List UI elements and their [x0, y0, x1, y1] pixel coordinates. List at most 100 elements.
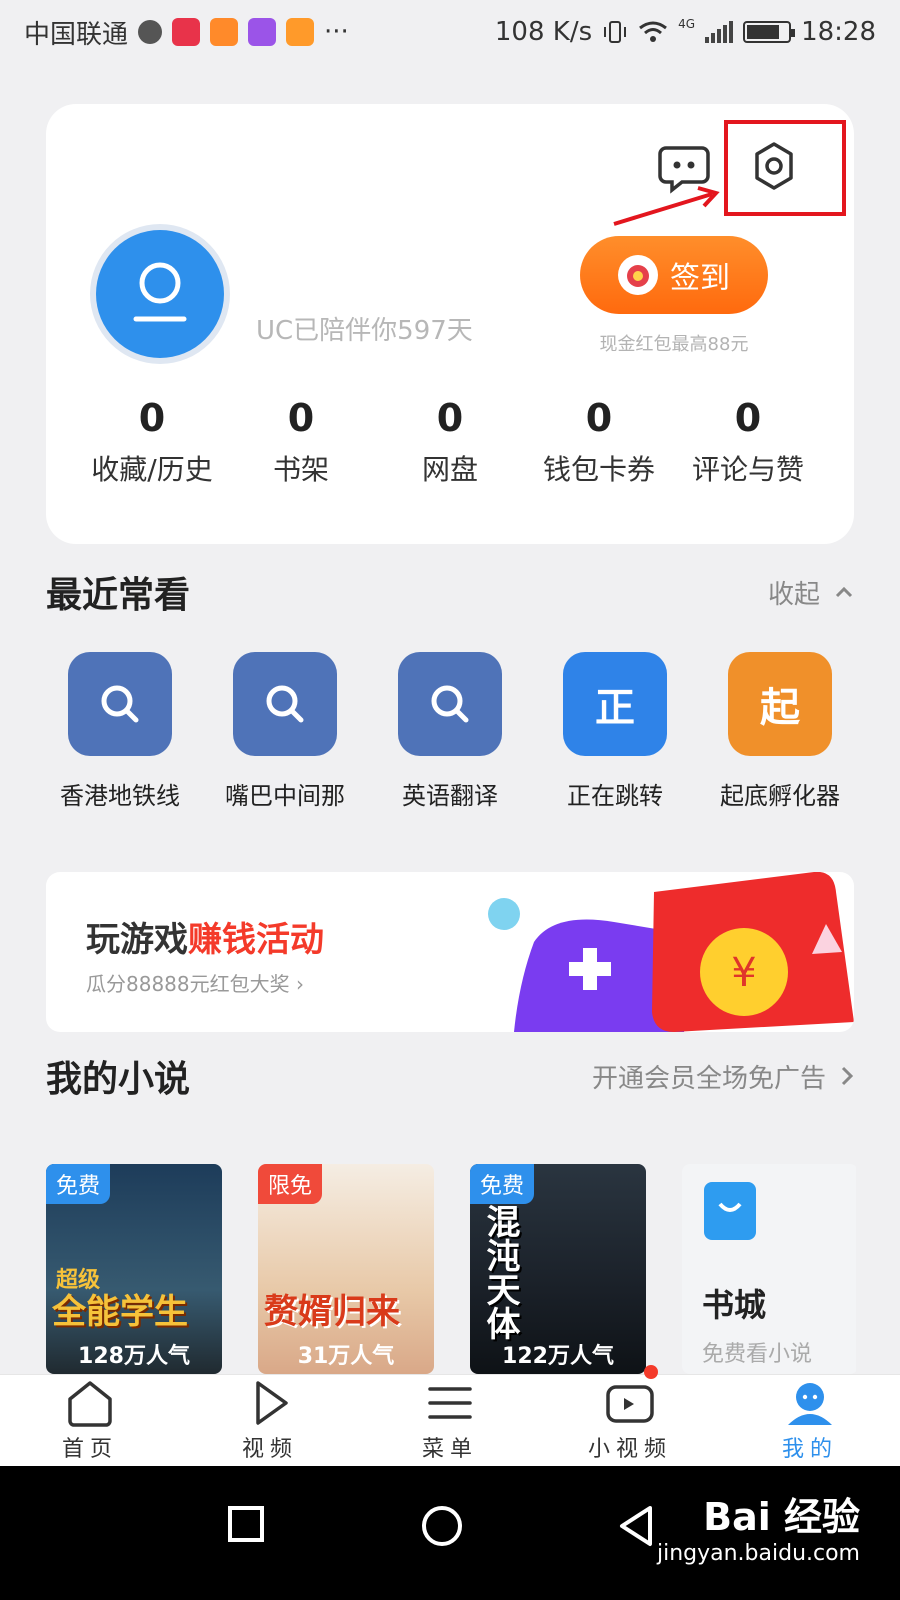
stat-label: 钱包卡券	[542, 453, 655, 486]
bookstore-card[interactable]: 书城 免费看小说	[682, 1164, 856, 1374]
novel-popularity: 122万人气	[502, 1344, 614, 1369]
recent-list: 香港地铁线 嘴巴中间那 英语翻译 正 正在跳转 起 起底孵化器	[40, 652, 860, 811]
annotation-arrow-icon	[613, 186, 720, 226]
person-icon	[788, 1383, 832, 1425]
novel-cover-title: 全能学生	[52, 1292, 188, 1332]
novels-title: 我的小说	[46, 1059, 191, 1100]
recent-item[interactable]: 香港地铁线	[40, 652, 200, 811]
stat-number: 0	[734, 396, 762, 440]
wifi-icon	[639, 21, 668, 42]
video-app-icon	[172, 18, 201, 46]
game-earn-banner[interactable]: 玩游戏赚钱活动 瓜分88888元红包大奖 › ¥	[46, 872, 854, 1032]
stat-bookshelf[interactable]: 0 书架	[231, 396, 371, 488]
avatar[interactable]	[90, 224, 230, 364]
novel-card[interactable]: 限免 赘婿归来 31万人气	[258, 1164, 434, 1374]
novels-header: 我的小说 开通会员全场免广告	[46, 1050, 854, 1102]
search-icon	[68, 652, 172, 756]
novel-card[interactable]: 免费 混沌天体 122万人气	[470, 1164, 646, 1374]
purple-play-icon	[248, 18, 277, 46]
collapse-label: 收起	[767, 579, 820, 610]
user-icon	[133, 262, 187, 322]
banner-subtitle: 瓜分88888元红包大奖 ›	[86, 972, 304, 996]
home-circle-icon[interactable]	[420, 1504, 464, 1548]
novel-list: 免费 超级 全能学生 128万人气 限免 赘婿归来 31万人气 免费 混沌天体 …	[46, 1164, 856, 1374]
signal-icon	[705, 21, 734, 43]
checkin-label: 签到	[670, 261, 730, 296]
stat-comments-likes[interactable]: 0 评论与赞	[678, 396, 818, 488]
grad-cap-icon	[138, 20, 163, 44]
bookstore-subtitle: 免费看小说	[702, 1342, 813, 1367]
novel-tag: 限免	[258, 1164, 323, 1204]
profile-stats: 0 收藏/历史 0 书架 0 网盘 0 钱包卡券 0 评论与赞	[82, 396, 818, 488]
recent-item[interactable]: 英语翻译	[370, 652, 530, 811]
back-triangle-icon[interactable]	[616, 1504, 656, 1548]
vip-promo-link[interactable]: 开通会员全场免广告	[592, 1058, 854, 1095]
menu-icon	[428, 1387, 472, 1419]
nav-video[interactable]: 视频	[180, 1375, 360, 1466]
nav-label: 菜单	[421, 1437, 478, 1462]
recent-item-label: 英语翻译	[402, 782, 498, 810]
uc-app-icon	[210, 18, 239, 46]
battery-icon	[743, 21, 796, 43]
novel-cover-title: 赘婿归来	[264, 1292, 400, 1332]
notification-dot	[644, 1365, 658, 1379]
recent-apps-icon[interactable]	[226, 1504, 266, 1544]
recent-item[interactable]: 起 起底孵化器	[700, 652, 860, 811]
recent-item[interactable]: 嘴巴中间那	[205, 652, 365, 811]
status-right: 108 K/s 4G 18:28	[495, 17, 876, 47]
vip-promo-label: 开通会员全场免广告	[591, 1063, 826, 1094]
camera-icon	[606, 1385, 654, 1423]
recent-item-label: 起底孵化器	[720, 782, 840, 810]
novel-tag: 免费	[470, 1164, 535, 1204]
checkin-button[interactable]: 签到	[580, 236, 768, 314]
clock: 18:28	[801, 17, 876, 47]
stat-label: 书架	[272, 453, 329, 486]
collapse-button[interactable]: 收起	[768, 574, 854, 611]
recent-item-label: 正在跳转	[567, 782, 663, 810]
status-left: 中国联通 ···	[24, 14, 349, 51]
nav-me[interactable]: 我的	[720, 1375, 900, 1466]
stat-label: 网盘	[421, 453, 478, 486]
network-speed: 108 K/s	[494, 17, 593, 47]
stat-label: 评论与赞	[691, 453, 804, 486]
stat-number: 0	[585, 396, 613, 440]
vibrate-icon	[604, 21, 627, 43]
more-notifications: ···	[324, 17, 349, 47]
stat-cloud-drive[interactable]: 0 网盘	[380, 396, 520, 488]
chevron-right-icon	[841, 1066, 854, 1086]
nav-menu[interactable]: 菜单	[360, 1375, 540, 1466]
companion-days: UC已陪伴你597天	[256, 316, 473, 346]
recent-item-label: 嘴巴中间那	[225, 782, 345, 810]
network-type: 4G	[678, 17, 696, 31]
baidu-jingyan-watermark: Bai 经验 jingyan.baidu.com	[656, 1495, 860, 1566]
stat-favorites-history[interactable]: 0 收藏/历史	[82, 396, 222, 488]
stat-wallet-cards[interactable]: 0 钱包卡券	[529, 396, 669, 488]
recent-title: 最近常看	[46, 575, 191, 616]
stat-number: 0	[436, 396, 464, 440]
bookstore-title: 书城	[702, 1286, 767, 1324]
nav-home[interactable]: 首页	[0, 1375, 180, 1466]
nav-label: 小视频	[587, 1437, 672, 1462]
search-icon	[233, 652, 337, 756]
site-glyph-icon: 正	[563, 652, 667, 756]
novel-card[interactable]: 免费 超级 全能学生 128万人气	[46, 1164, 222, 1374]
nav-short-video[interactable]: 小视频	[540, 1365, 720, 1466]
novel-popularity: 128万人气	[78, 1344, 190, 1369]
recent-item-label: 香港地铁线	[60, 782, 180, 810]
nav-label: 视频	[241, 1437, 298, 1462]
recent-item[interactable]: 正 正在跳转	[535, 652, 695, 811]
settings-highlight-box	[724, 120, 846, 216]
chevron-up-icon	[835, 586, 853, 598]
stat-label: 收藏/历史	[91, 453, 213, 486]
system-nav-bar: Bai 经验 jingyan.baidu.com	[0, 1466, 900, 1600]
nav-label: 首页	[61, 1437, 118, 1462]
stat-number: 0	[138, 396, 166, 440]
search-icon	[398, 652, 502, 756]
username-redacted	[236, 228, 492, 298]
novel-cover-title: 混沌天体	[480, 1204, 520, 1340]
stat-number: 0	[287, 396, 315, 440]
site-glyph-icon: 起	[728, 652, 832, 756]
shopping-bag-icon	[704, 1182, 756, 1240]
checkin-subtext: 现金红包最高88元	[599, 334, 749, 355]
banner-title: 玩游戏赚钱活动	[86, 920, 324, 960]
